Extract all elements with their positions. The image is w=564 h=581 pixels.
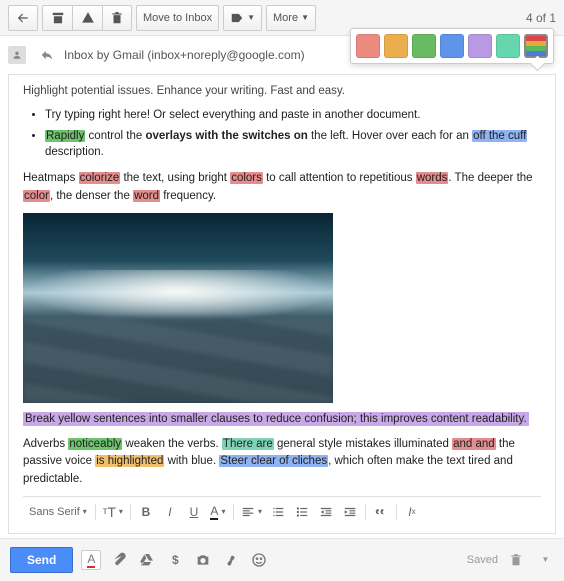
compose-body[interactable]: Highlight potential issues. Enhance your… bbox=[8, 74, 556, 534]
highlight-adverb: Rapidly bbox=[45, 130, 85, 142]
paragraph-heatmaps: Heatmaps colorize the text, using bright… bbox=[23, 170, 541, 205]
back-button[interactable] bbox=[8, 5, 38, 31]
paragraph-adverbs: Adverbs noticeably weaken the verbs. The… bbox=[23, 436, 541, 488]
bullet-list: Try typing right here! Or select everyth… bbox=[45, 107, 541, 160]
swatch-blue[interactable] bbox=[440, 34, 464, 58]
highlight-color-palette bbox=[350, 28, 554, 64]
intro-text: Highlight potential issues. Enhance your… bbox=[23, 85, 541, 97]
saved-label: Saved bbox=[467, 554, 498, 566]
clear-format-button[interactable]: Ix bbox=[401, 501, 423, 523]
compose-footer: Send A $ Saved ▼ bbox=[0, 538, 564, 581]
highlight-repetition: words bbox=[416, 172, 449, 184]
link-icon[interactable] bbox=[221, 550, 241, 570]
underline-button[interactable]: U bbox=[183, 501, 205, 523]
swatch-cyan[interactable] bbox=[496, 34, 520, 58]
archive-button[interactable] bbox=[42, 5, 72, 31]
indent-less-button[interactable] bbox=[315, 501, 337, 523]
highlight-passive: is highlighted bbox=[95, 455, 164, 467]
labels-button[interactable]: ▼ bbox=[223, 5, 262, 31]
highlight-long-sentence: Break yellow sentences into smaller clau… bbox=[23, 412, 529, 426]
swatch-purple[interactable] bbox=[468, 34, 492, 58]
photo-icon[interactable] bbox=[193, 550, 213, 570]
highlight-cliche: off the cuff bbox=[472, 130, 527, 142]
embedded-image bbox=[23, 213, 333, 403]
move-to-inbox-button[interactable]: Move to Inbox bbox=[136, 5, 219, 31]
avatar bbox=[8, 46, 26, 64]
highlight-repetition: color bbox=[23, 190, 50, 202]
highlight-repetition: colorize bbox=[79, 172, 121, 184]
bullet-list-button[interactable] bbox=[291, 501, 313, 523]
money-icon[interactable]: $ bbox=[165, 550, 185, 570]
swatch-green[interactable] bbox=[412, 34, 436, 58]
font-family-button[interactable]: Sans Serif ▾ bbox=[25, 501, 91, 523]
send-button[interactable]: Send bbox=[10, 547, 73, 573]
bullet-item: Rapidly control the overlays with the sw… bbox=[45, 128, 541, 160]
emoji-icon[interactable] bbox=[249, 550, 269, 570]
format-toggle-button[interactable]: A bbox=[81, 550, 101, 570]
swatch-all[interactable] bbox=[524, 34, 548, 58]
swatch-orange[interactable] bbox=[384, 34, 408, 58]
italic-button[interactable]: I bbox=[159, 501, 181, 523]
more-button[interactable]: More▼ bbox=[266, 5, 316, 31]
numbered-list-button[interactable] bbox=[267, 501, 289, 523]
highlight-cliche: Steer clear of cliches bbox=[219, 455, 328, 467]
bold-button[interactable]: B bbox=[135, 501, 157, 523]
highlight-style: There are bbox=[222, 438, 274, 450]
attach-icon[interactable] bbox=[109, 550, 129, 570]
font-size-button[interactable]: тT▾ bbox=[100, 501, 126, 523]
delete-button[interactable] bbox=[102, 5, 132, 31]
highlight-adverb: noticeably bbox=[68, 438, 122, 450]
indent-more-button[interactable] bbox=[339, 501, 361, 523]
drive-icon[interactable] bbox=[137, 550, 157, 570]
discard-icon[interactable] bbox=[506, 550, 526, 570]
align-button[interactable]: ▾ bbox=[238, 501, 265, 523]
swatch-red[interactable] bbox=[356, 34, 380, 58]
bullet-item: Try typing right here! Or select everyth… bbox=[45, 107, 541, 123]
highlight-repetition: colors bbox=[230, 172, 263, 184]
page-counter: 4 of 1 bbox=[526, 11, 556, 25]
text-color-button[interactable]: A▾ bbox=[207, 501, 229, 523]
spam-button[interactable] bbox=[72, 5, 102, 31]
highlight-duplicate: and and bbox=[452, 438, 496, 450]
quote-button[interactable] bbox=[370, 501, 392, 523]
more-options-icon[interactable]: ▼ bbox=[534, 550, 554, 570]
content-area: Inbox by Gmail (inbox+noreply@google.com… bbox=[0, 36, 564, 538]
reply-icon[interactable] bbox=[38, 46, 56, 64]
sender-label: Inbox by Gmail (inbox+noreply@google.com… bbox=[64, 48, 305, 62]
paragraph-readability: Break yellow sentences into smaller clau… bbox=[23, 411, 541, 428]
highlight-repetition: word bbox=[133, 190, 160, 202]
